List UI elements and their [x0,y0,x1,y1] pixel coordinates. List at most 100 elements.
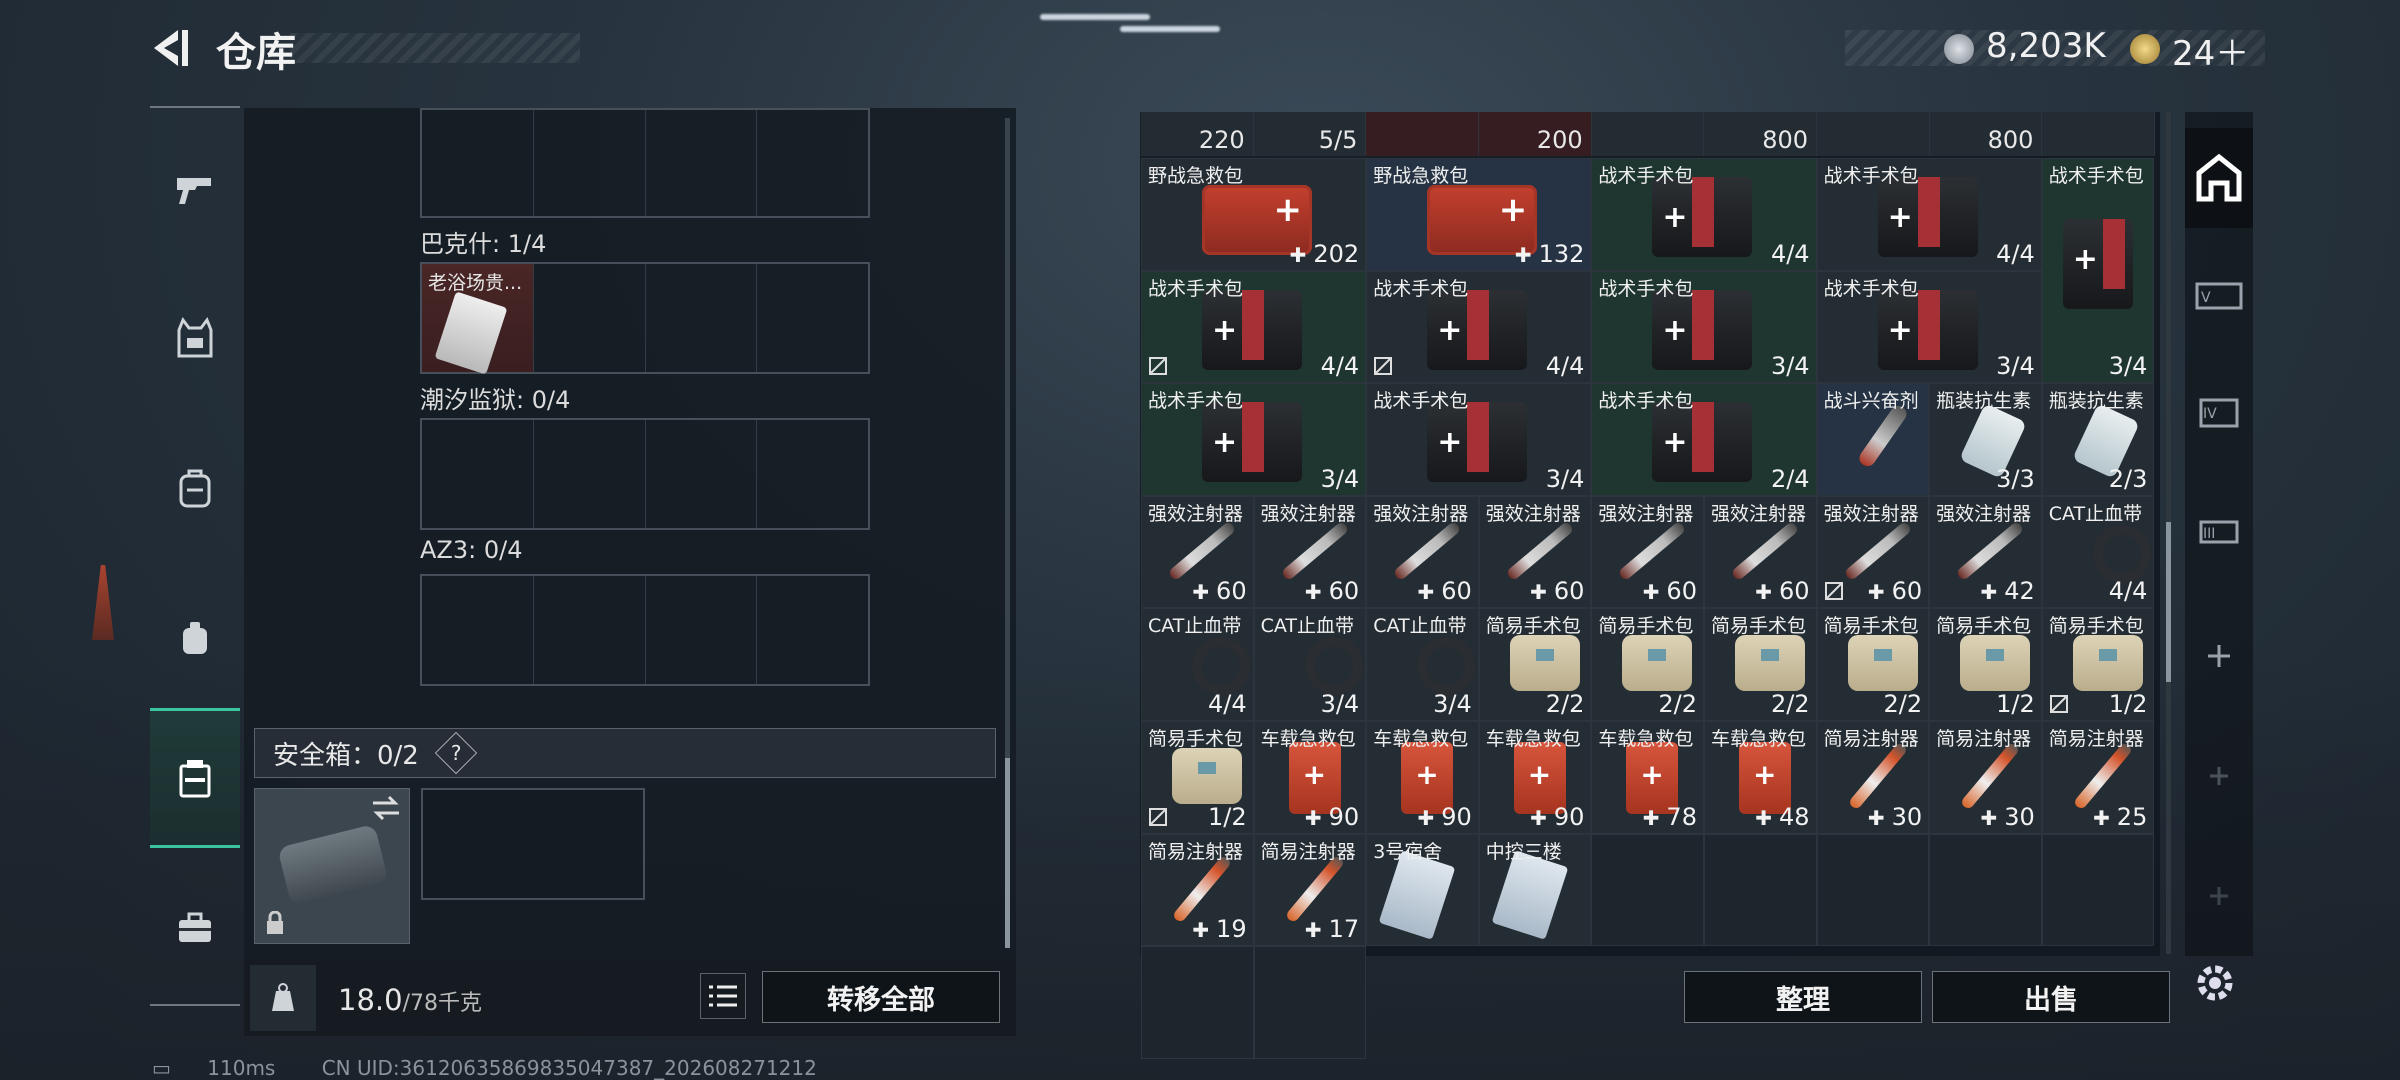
tab-weapon-parts[interactable]: V [2185,246,2253,346]
inventory-item[interactable]: CAT止血带 3/4 [1253,608,1367,721]
inventory-item[interactable]: 战术手术包 4/4 [1141,270,1367,384]
inventory-item[interactable]: 战术手术包 3/4 [1816,270,2042,384]
tab-slot2[interactable] [2185,846,2253,946]
inventory-item[interactable]: 车载急救包 ✚ 78 [1591,720,1704,834]
inventory-item[interactable]: 战术手术包 4/4 [1816,158,2042,271]
inventory-item[interactable]: 强效注射器 ✚ 60 [1816,495,1930,609]
inventory-item[interactable]: 简易手术包 2/2 [1591,608,1704,721]
partial-item-cell[interactable]: 220 [1141,112,1254,156]
inventory-item[interactable]: 中控三楼 [1478,833,1592,947]
container-grid-az3[interactable] [420,574,870,686]
partial-item-cell[interactable] [1366,112,1480,156]
partial-item-cell[interactable]: 800 [1929,112,2043,156]
tab-armor[interactable]: IV [2185,364,2253,464]
inventory-item[interactable]: 简易手术包 1/2 [1141,720,1254,834]
partial-item-cell[interactable]: 5/5 [1253,112,1367,156]
inventory-item[interactable]: 战术手术包 2/4 [1591,383,1817,496]
inventory-item[interactable]: 强效注射器 ✚ 60 [1141,495,1254,609]
inventory-item[interactable]: 简易手术包 1/2 [1929,608,2042,721]
container-grid-top[interactable] [420,108,870,218]
sell-button[interactable]: 出售 [1932,971,2170,1023]
inventory-item[interactable]: 强效注射器 ✚ 60 [1253,495,1367,609]
inventory-item[interactable]: 简易注射器 ✚ 30 [1816,720,1930,834]
inventory-item[interactable]: 简易注射器 ✚ 17 [1253,833,1367,947]
inventory-item[interactable]: 简易手术包 2/2 [1816,608,1930,721]
tab-backpack[interactable] [150,418,240,558]
inventory-item[interactable]: 瓶装抗生素 2/3 [2041,383,2155,496]
item-quantity-value: 30 [2004,802,2035,831]
inventory-item[interactable]: 简易手术包 1/2 [2041,608,2155,721]
container-grid-tidal-prison[interactable] [420,418,870,530]
inventory-item[interactable]: 战术手术包 3/4 [1141,383,1367,496]
tab-slot[interactable] [2185,726,2253,826]
inventory-item[interactable]: 车载急救包 ✚ 90 [1366,720,1479,834]
tab-all-items[interactable] [2185,128,2253,228]
empty-slot[interactable] [1816,833,1930,947]
tab-vest[interactable] [150,268,240,408]
inventory-item[interactable]: 战术手术包 3/4 [1591,270,1817,384]
tab-weapons[interactable] [150,118,240,258]
swap-icon[interactable] [371,795,401,821]
item-quantity: 3/4 [1996,352,2035,380]
inventory-item[interactable]: 野战急救包 ✚ 132 [1366,158,1592,271]
inventory-item[interactable]: 战术手术包 3/4 [1366,383,1592,496]
empty-slot[interactable] [1253,946,1367,1059]
inventory-item[interactable]: 简易注射器 ✚ 25 [2041,720,2155,834]
key-slot[interactable]: 老浴场贵... [422,264,534,375]
transfer-all-button[interactable]: 转移全部 [762,971,1000,1023]
empty-slot[interactable] [1141,946,1254,1059]
item-name: 简易注射器 [1823,727,1919,750]
inventory-item[interactable]: 强效注射器 ✚ 60 [1478,495,1592,609]
container-grid-bakshi[interactable]: 老浴场贵... [420,262,870,375]
currency-coin-icon [1944,34,1974,64]
empty-slot[interactable] [1591,833,1704,947]
inventory-item[interactable]: 战术手术包 4/4 [1366,270,1592,384]
tab-pouch[interactable] [150,568,240,708]
inventory-item[interactable]: CAT止血带 4/4 [2041,495,2155,609]
left-scrollbar[interactable] [1005,118,1010,948]
inventory-item[interactable]: 强效注射器 ✚ 60 [1366,495,1479,609]
inventory-item[interactable]: 简易注射器 ✚ 30 [1929,720,2042,834]
inventory-item[interactable]: 简易手术包 2/2 [1703,608,1817,721]
tab-gear[interactable]: III [2185,482,2253,582]
partial-item-cell[interactable] [1591,112,1705,156]
inventory-item[interactable]: 战斗兴奋剂 [1816,383,1930,496]
inventory-item[interactable]: 车载急救包 ✚ 48 [1703,720,1817,834]
empty-slot[interactable] [2041,833,2155,947]
inventory-item[interactable]: 3号宿舍 [1366,833,1479,947]
inventory-item[interactable]: 简易手术包 2/2 [1478,608,1592,721]
right-scrollbar[interactable] [2166,112,2171,954]
inventory-item[interactable]: 强效注射器 ✚ 60 [1703,495,1817,609]
back-arrow-icon[interactable] [148,26,190,70]
inventory-item[interactable]: 瓶装抗生素 3/3 [1929,383,2042,496]
inventory-item[interactable]: 强效注射器 ✚ 42 [1929,495,2042,609]
sort-button[interactable]: 整理 [1684,971,1922,1023]
partial-item-cell[interactable]: 200 [1479,112,1592,156]
token-amount[interactable]: 24＋ [2172,26,2249,75]
item-quantity-value: 60 [1216,577,1247,606]
safebox-slot[interactable] [254,788,410,944]
inventory-item[interactable]: CAT止血带 3/4 [1366,608,1479,721]
inventory-item[interactable]: 战术手术包 4/4 [1591,158,1817,271]
item-name: 强效注射器 [1148,502,1244,525]
inventory-item[interactable]: 强效注射器 ✚ 60 [1591,495,1704,609]
inventory-item[interactable]: 战术手术包 3/4 [2041,158,2155,384]
safebox-empty-slot[interactable] [421,788,645,900]
inventory-item[interactable]: 简易注射器 ✚ 19 [1141,833,1254,947]
empty-slot[interactable] [1929,833,2042,947]
settings-gear-icon[interactable] [2190,958,2240,1008]
partial-item-cell[interactable]: 800 [1704,112,1818,156]
inventory-item[interactable]: 野战急救包 ✚ 202 [1141,158,1367,271]
inventory-item[interactable]: 车载急救包 ✚ 90 [1478,720,1592,834]
partial-item-cell[interactable] [1817,112,1930,156]
tab-safebox[interactable] [150,708,240,848]
empty-slot[interactable] [1703,833,1817,947]
tab-add[interactable] [2185,606,2253,706]
tab-toolbox[interactable] [150,858,240,998]
list-view-button[interactable] [700,973,746,1019]
partial-item-cell[interactable] [2042,112,2156,156]
help-button[interactable]: ? [434,731,478,775]
inventory-item[interactable]: CAT止血带 4/4 [1141,608,1254,721]
inventory-item[interactable]: 车载急救包 ✚ 90 [1253,720,1367,834]
traffic-cone [92,565,114,640]
